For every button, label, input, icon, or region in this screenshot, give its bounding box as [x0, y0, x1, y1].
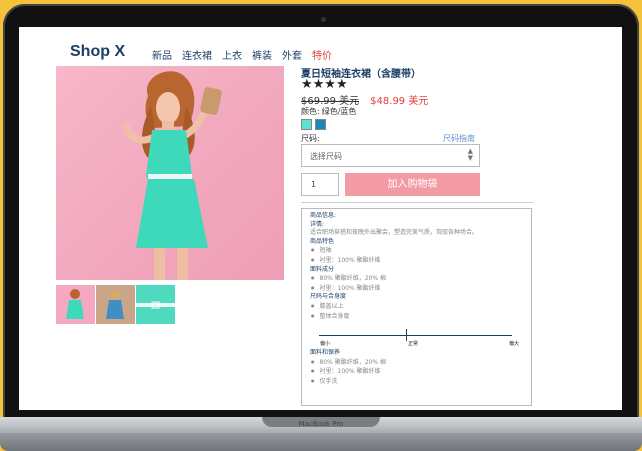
list-item: 衬里：100% 聚酯纤维 — [310, 367, 523, 377]
features-title: 商品特色 — [310, 237, 335, 245]
main-nav: 新品 连衣裙 上衣 裤装 外套 特价 — [152, 47, 332, 62]
list-item: 80% 聚酯纤维，20% 棉 — [310, 274, 523, 284]
fabric-title: 面料成分 — [310, 265, 335, 273]
size-select[interactable]: 选择尺码 ▲ ▼ — [301, 144, 480, 167]
nav-item-tops[interactable]: 上衣 — [222, 47, 242, 62]
color-row: 颜色: 绿色/蓝色 — [301, 106, 356, 117]
camera-icon — [321, 17, 326, 22]
color-swatches — [301, 119, 326, 130]
original-price: $69.99 美元 — [301, 96, 360, 107]
size-label: 尺码: — [301, 134, 320, 143]
fit-scale-large: 偏大 — [508, 341, 519, 348]
price-row: $69.99 美元 $48.99 美元 — [301, 92, 428, 107]
rating-stars: ★★★★ — [301, 77, 348, 92]
add-to-cart-button[interactable]: 加入购物袋 — [345, 173, 480, 196]
list-item: 整体合身度 — [310, 312, 523, 322]
nav-item-pants[interactable]: 裤装 — [252, 47, 272, 62]
select-arrows-icon: ▲ ▼ — [467, 147, 473, 162]
care-title: 面料和保养 — [310, 349, 341, 357]
swatch-mint[interactable] — [301, 119, 312, 130]
list-item: 衬里：100% 聚酯纤维 — [310, 284, 523, 294]
divider — [301, 202, 533, 203]
list-item: 80% 聚酯纤维，20% 棉 — [310, 358, 523, 368]
fit-scale: 偏小 正常 偏大 — [310, 325, 523, 349]
sale-price: $48.99 美元 — [370, 96, 429, 107]
list-item: 衬里：100% 聚酯纤维 — [310, 256, 523, 266]
nav-item-coats[interactable]: 外套 — [282, 47, 302, 62]
swatch-blue[interactable] — [315, 119, 326, 130]
list-item: 膝盖以上 — [310, 302, 523, 312]
nav-item-new[interactable]: 新品 — [152, 47, 172, 62]
site-logo[interactable]: Shop X — [70, 43, 125, 61]
thumbnail-3[interactable] — [136, 285, 175, 324]
fit-title: 尺码与合身度 — [310, 293, 347, 301]
list-item: 短袖 — [310, 246, 523, 256]
fit-scale-normal: 正常 — [408, 341, 419, 348]
color-label: 颜色: — [301, 107, 320, 116]
thumbnail-strip — [56, 285, 175, 324]
list-item: 仅手洗 — [310, 377, 523, 387]
product-main-image[interactable] — [56, 66, 284, 280]
size-guide-link[interactable]: 尺码指南 — [443, 133, 475, 144]
fit-scale-line — [319, 335, 512, 337]
device-brand-label: MacBook Pro — [298, 420, 344, 428]
nav-item-dresses[interactable]: 连衣裙 — [182, 47, 212, 62]
screen: Shop X 新品 连衣裙 上衣 裤装 外套 特价 夏日短袖连衣裙（含腰带） ★… — [19, 27, 622, 410]
nav-item-sale[interactable]: 特价 — [312, 47, 332, 62]
thumbnail-1[interactable] — [56, 285, 95, 324]
model-illustration — [122, 71, 222, 280]
size-select-placeholder: 选择尺码 — [310, 152, 342, 161]
fit-scale-marker — [406, 329, 407, 342]
details-label: 详情: — [310, 220, 325, 228]
product-info-panel[interactable]: 商品信息: 详情: 适合职场穿搭和夜晚外出聚会，塑造完美气质，驾驭各种场合。 商… — [301, 208, 532, 406]
fit-scale-small: 偏小 — [320, 341, 331, 348]
thumbnail-2[interactable] — [96, 285, 135, 324]
quantity-input[interactable]: 1 — [301, 173, 339, 196]
color-value: 绿色/蓝色 — [321, 107, 357, 116]
details-text: 适合职场穿搭和夜晚外出聚会，塑造完美气质，驾驭各种场合。 — [310, 229, 479, 237]
info-section-title: 商品信息: — [310, 212, 337, 219]
